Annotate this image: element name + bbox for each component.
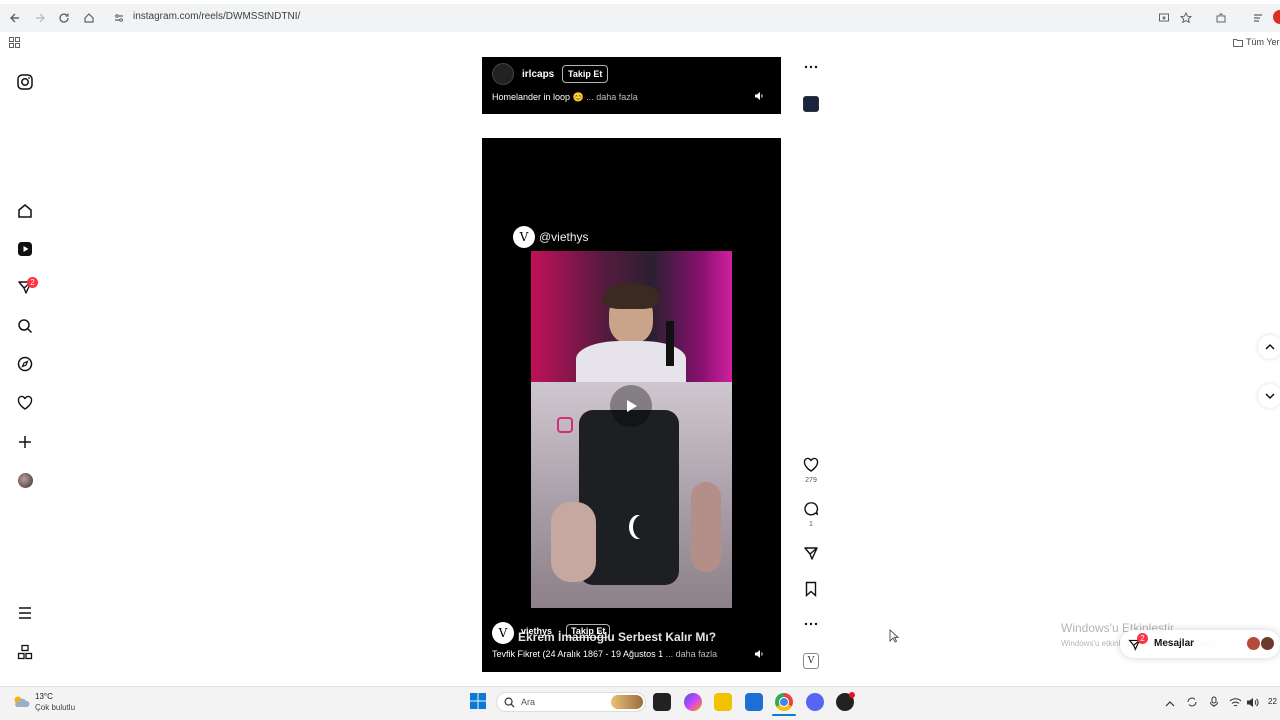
play-icon xyxy=(627,400,637,412)
comment-icon[interactable] xyxy=(801,499,821,519)
next-reel-button[interactable] xyxy=(1258,384,1280,408)
reel-caption-row: Homelander in loop 😊 ... daha fazla xyxy=(492,92,638,103)
taskbar-search[interactable]: Ara xyxy=(496,692,646,712)
reel-current[interactable]: V @viethys Ekrem İmamoğlu Serbest Kalır … xyxy=(482,138,781,672)
browser-chrome: instagram.com/reels/DWMSStNDTNI/ Tüm Yer xyxy=(0,0,1280,56)
weather-desc: Çok bulutlu xyxy=(35,703,76,712)
messages-pill[interactable]: 2 Mesajlar xyxy=(1120,630,1280,658)
reload-icon[interactable] xyxy=(56,10,72,26)
chevron-down-icon xyxy=(1265,393,1275,400)
bookmark-folder-label: Tüm Yer xyxy=(1246,37,1280,47)
tray-chevron-up-icon[interactable] xyxy=(1165,696,1175,714)
volume-icon[interactable] xyxy=(1246,695,1259,713)
message-avatar xyxy=(1246,636,1261,651)
follow-button[interactable]: Takip Et xyxy=(562,65,609,83)
back-icon[interactable] xyxy=(7,10,23,26)
discord-icon[interactable] xyxy=(806,693,824,711)
search-icon xyxy=(504,697,515,708)
microphone xyxy=(666,321,674,366)
search-placeholder: Ara xyxy=(521,697,536,707)
active-app-indicator xyxy=(772,714,796,716)
notifications-heart-icon[interactable] xyxy=(15,393,35,413)
previous-reel-button[interactable] xyxy=(1258,335,1280,359)
weather-temp: 13°C xyxy=(35,692,53,701)
task-view-icon[interactable] xyxy=(653,693,671,711)
more-link[interactable]: ... daha fazla xyxy=(586,92,638,102)
viethys-watermark-logo: V xyxy=(513,226,535,248)
follow-button[interactable]: Takip Et xyxy=(566,624,611,638)
chrome-icon[interactable] xyxy=(775,693,793,711)
previous-reel-more-icon[interactable] xyxy=(801,57,821,77)
audio-icon[interactable] xyxy=(754,646,764,664)
reel-caption: Tevfik Fikret (24 Aralık 1867 - 19 Ağust… xyxy=(492,649,664,659)
irlcaps-avatar[interactable] xyxy=(492,63,514,85)
reel-previous[interactable]: irlcaps Takip Et Homelander in loop 😊 ..… xyxy=(482,57,781,114)
search-highlight-thumb xyxy=(611,695,643,709)
microphone-icon[interactable] xyxy=(1209,695,1219,713)
audio-icon[interactable] xyxy=(754,88,764,106)
bookmark-star-icon[interactable] xyxy=(1178,10,1194,26)
mouse-cursor xyxy=(889,629,900,648)
clock-time[interactable]: 22 xyxy=(1268,697,1277,706)
reel-caption-row: Tevfik Fikret (24 Aralık 1867 - 19 Ağust… xyxy=(492,649,717,659)
more-link[interactable]: ... daha fazla xyxy=(666,649,718,659)
messages-badge: 2 xyxy=(1137,633,1148,644)
reel-caption: Homelander in loop 😊 xyxy=(492,92,584,102)
reel-username[interactable]: irlcaps xyxy=(522,69,554,80)
profile-avatar-nav[interactable] xyxy=(15,470,35,490)
more-menu-icon[interactable] xyxy=(15,603,35,623)
streamer-scene xyxy=(531,251,732,386)
instagram-sticker-icon xyxy=(557,417,573,433)
watermark-handle: @viethys xyxy=(539,230,589,244)
search-nav-icon[interactable] xyxy=(15,316,35,336)
windows-start-icon[interactable] xyxy=(470,693,486,714)
message-avatar xyxy=(1260,636,1275,651)
messages-label: Mesajlar xyxy=(1154,638,1195,649)
install-app-icon[interactable] xyxy=(1156,10,1172,26)
hand-right xyxy=(691,482,721,572)
hand-left xyxy=(551,502,596,582)
profile-avatar[interactable] xyxy=(1273,10,1280,24)
home-nav-icon[interactable] xyxy=(15,201,35,221)
loading-crescent xyxy=(633,515,651,539)
play-button[interactable] xyxy=(610,385,652,427)
notification-badge: 2 xyxy=(27,277,38,288)
file-explorer-icon[interactable] xyxy=(714,693,732,711)
extensions-icon[interactable] xyxy=(1213,10,1229,26)
also-from-meta-icon[interactable] xyxy=(15,642,35,662)
person-hair xyxy=(603,283,659,309)
copilot-icon[interactable] xyxy=(684,693,702,711)
share-icon[interactable] xyxy=(801,543,821,563)
cloud-sun-icon xyxy=(14,696,30,707)
url-text[interactable]: instagram.com/reels/DWMSStNDTNI/ xyxy=(133,11,300,22)
folder-icon xyxy=(1233,38,1243,47)
bookmark-folder[interactable]: Tüm Yer xyxy=(1233,37,1280,47)
reading-list-icon[interactable] xyxy=(1250,10,1266,26)
comment-count: 1 xyxy=(809,521,813,528)
save-bookmark-icon[interactable] xyxy=(801,579,821,599)
instagram-logo-icon[interactable] xyxy=(15,72,35,92)
previous-reel-audio-thumb[interactable] xyxy=(801,94,821,114)
create-plus-icon[interactable] xyxy=(15,432,35,452)
sync-icon[interactable] xyxy=(1186,695,1198,713)
apps-grid-icon[interactable] xyxy=(6,34,22,50)
store-icon[interactable] xyxy=(745,693,763,711)
home-icon[interactable] xyxy=(81,10,97,26)
video-frame[interactable] xyxy=(531,251,732,608)
chevron-up-icon xyxy=(1265,343,1275,350)
like-count: 279 xyxy=(805,477,817,484)
original-audio-thumb[interactable]: V xyxy=(801,651,821,671)
wifi-icon[interactable] xyxy=(1229,695,1242,713)
explore-nav-icon[interactable] xyxy=(15,354,35,374)
reel-username[interactable]: viethys xyxy=(521,626,552,636)
reels-nav-icon[interactable] xyxy=(15,239,35,259)
app-notification-dot xyxy=(849,692,855,698)
site-info-icon[interactable] xyxy=(111,10,127,26)
video-overlay-caption: Ekrem İmamoğlu Serbest Kalır Mı? xyxy=(518,630,717,644)
viethys-avatar[interactable]: V xyxy=(492,622,514,644)
forward-icon[interactable] xyxy=(32,10,48,26)
more-options-icon[interactable] xyxy=(801,614,821,634)
like-icon[interactable] xyxy=(801,455,821,475)
